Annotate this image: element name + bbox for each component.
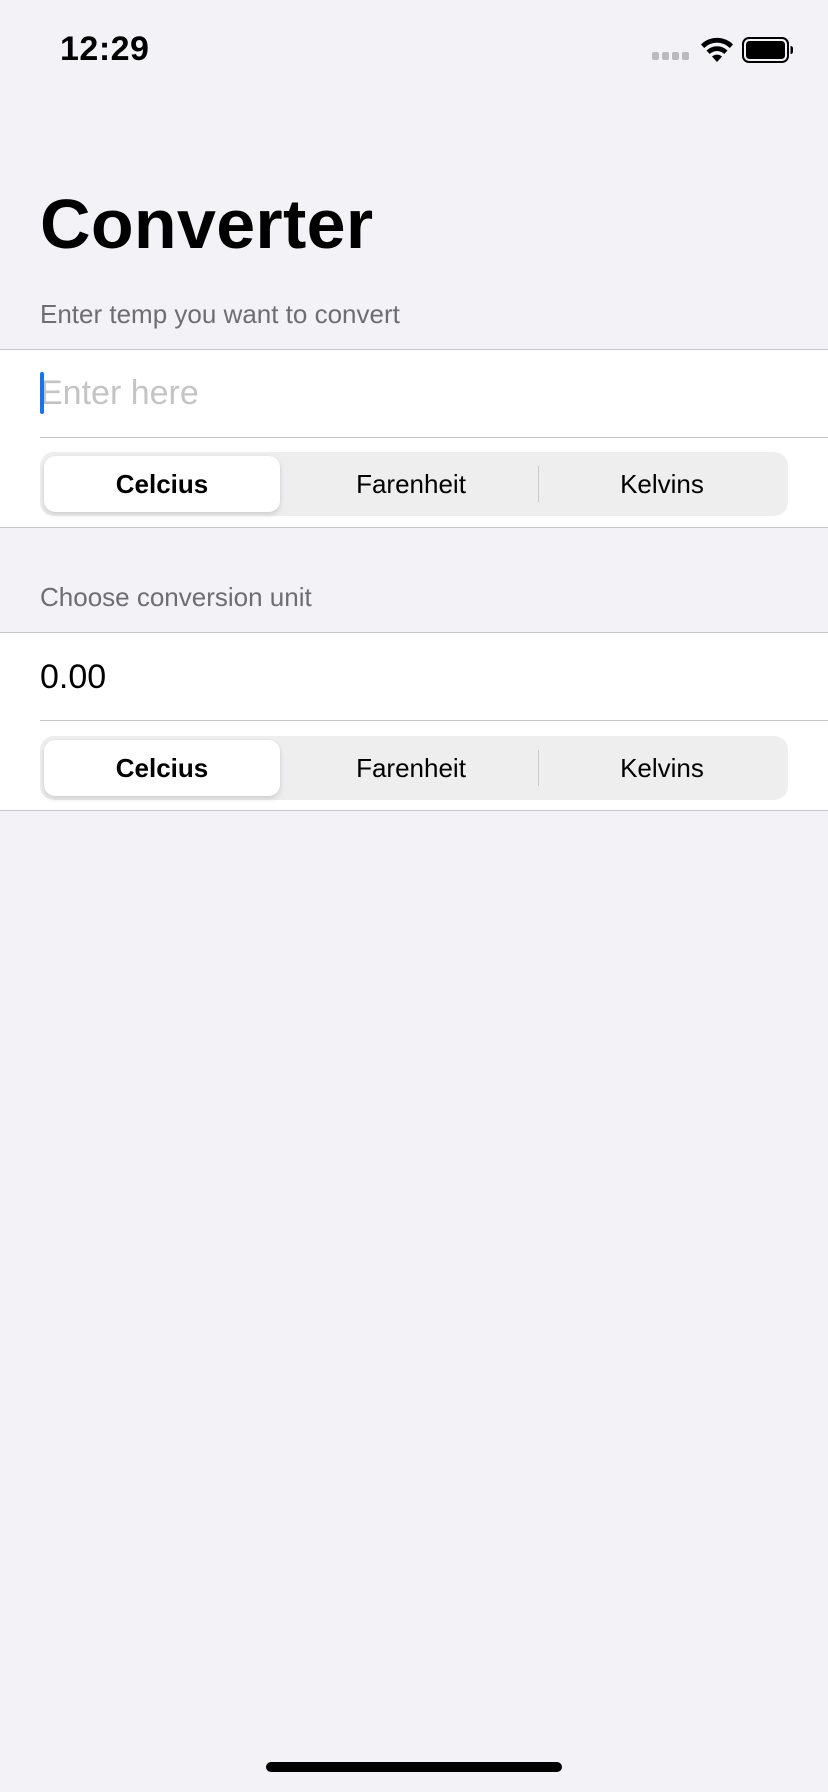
- output-section-header: Choose conversion unit: [40, 582, 312, 612]
- output-segment-kelvins[interactable]: Kelvins: [539, 740, 785, 796]
- row-divider: [40, 720, 828, 721]
- output-segment-celcius[interactable]: Celcius: [44, 740, 280, 796]
- output-unit-segmented-control[interactable]: Celcius Farenheit Kelvins: [40, 736, 788, 800]
- page-title: Converter: [40, 185, 374, 263]
- row-divider: [40, 437, 828, 438]
- home-indicator[interactable]: [266, 1762, 562, 1772]
- status-time: 12:29: [60, 30, 150, 68]
- temperature-input[interactable]: [40, 350, 828, 437]
- status-bar: 12:29: [0, 0, 828, 100]
- signal-dots-icon: [652, 52, 689, 60]
- input-unit-segmented-control[interactable]: Celcius Farenheit Kelvins: [40, 452, 788, 516]
- input-group: Celcius Farenheit Kelvins: [0, 349, 828, 528]
- conversion-result: 0.00: [40, 658, 107, 696]
- text-caret: [40, 372, 44, 414]
- battery-icon: [742, 37, 793, 63]
- input-segment-farenheit[interactable]: Farenheit: [288, 456, 534, 512]
- output-group: 0.00 Celcius Farenheit Kelvins: [0, 632, 828, 811]
- input-segment-celcius[interactable]: Celcius: [44, 456, 280, 512]
- input-segment-kelvins[interactable]: Kelvins: [539, 456, 785, 512]
- input-section-header: Enter temp you want to convert: [40, 299, 400, 329]
- wifi-icon: [701, 37, 733, 62]
- output-segment-farenheit[interactable]: Farenheit: [288, 740, 534, 796]
